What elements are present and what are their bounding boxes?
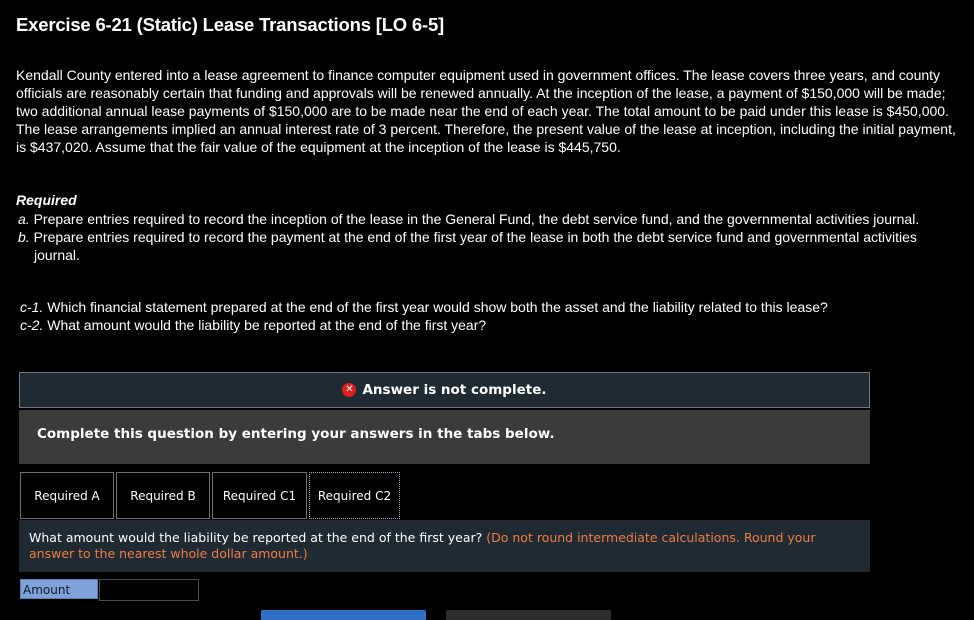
required-item-letter: c-2. — [20, 317, 44, 333]
error-x-icon: ✕ — [342, 383, 357, 397]
problem-description: Kendall County entered into a lease agre… — [16, 67, 956, 155]
answer-status-text: Answer is not complete. — [362, 382, 547, 398]
question-panel: What amount would the liability be repor… — [19, 520, 870, 572]
required-c-list: c-1. Which financial statement prepared … — [20, 298, 950, 334]
question-text: What amount would the liability be repor… — [29, 530, 483, 545]
required-list: a. Prepare entries required to record th… — [18, 210, 948, 264]
required-item-text: Prepare entries required to record the i… — [33, 211, 920, 227]
required-item-b: b. Prepare entries required to record th… — [18, 228, 948, 264]
required-item-c2: c-2. What amount would the liability be … — [20, 316, 950, 334]
answer-status-banner: ✕ Answer is not complete. — [19, 372, 870, 408]
required-item-letter: a. — [18, 211, 30, 227]
amount-input[interactable] — [99, 579, 199, 601]
tab-bar: Required A Required B Required C1 Requir… — [20, 472, 402, 519]
required-item-a: a. Prepare entries required to record th… — [18, 210, 948, 228]
required-item-c1: c-1. Which financial statement prepared … — [20, 298, 950, 316]
required-item-letter: b. — [18, 229, 30, 245]
required-item-text: Prepare entries required to record the p… — [33, 229, 917, 263]
next-button[interactable] — [446, 610, 611, 620]
amount-label: Amount — [20, 579, 98, 599]
tab-required-b[interactable]: Required B — [116, 472, 210, 519]
tab-required-c2[interactable]: Required C2 — [309, 472, 400, 519]
instruction-text: Complete this question by entering your … — [37, 426, 555, 442]
required-item-text: Which financial statement prepared at th… — [47, 299, 828, 315]
required-item-text: What amount would the liability be repor… — [47, 317, 487, 333]
tab-required-a[interactable]: Required A — [20, 472, 114, 519]
prev-button[interactable] — [261, 610, 426, 620]
required-heading: Required — [16, 192, 77, 208]
question-text-block: What amount would the liability be repor… — [29, 530, 864, 562]
tab-required-c1[interactable]: Required C1 — [212, 472, 307, 519]
required-item-letter: c-1. — [20, 299, 44, 315]
instruction-banner: Complete this question by entering your … — [19, 410, 870, 464]
page-title: Exercise 6-21 (Static) Lease Transaction… — [16, 14, 445, 35]
